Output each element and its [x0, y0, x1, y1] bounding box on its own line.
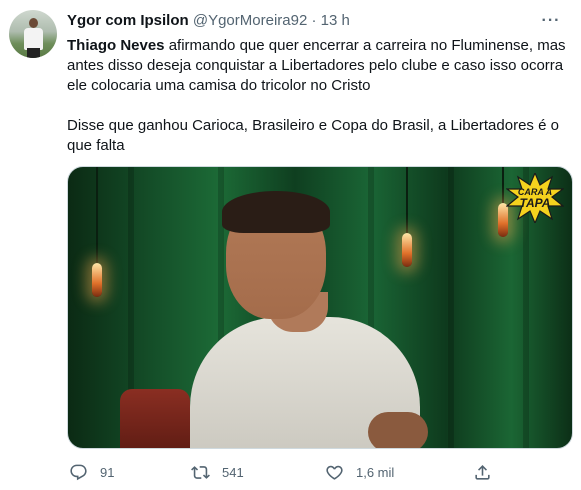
- show-logo: Cara a Tapa: [506, 173, 564, 223]
- tweet-paragraph-1: Thiago Neves afirmando que quer encerrar…: [67, 36, 567, 96]
- curtain-fold: [448, 167, 454, 448]
- lamp-wire: [502, 167, 504, 203]
- like-count: 1,6 mil: [356, 464, 395, 480]
- logo-text-line2: Tapa: [519, 196, 551, 210]
- man-arm: [368, 412, 428, 448]
- lamp-wire: [96, 167, 98, 263]
- like-button[interactable]: 1,6 mil: [325, 460, 394, 484]
- reply-icon: [70, 464, 87, 480]
- avatar[interactable]: [9, 10, 57, 58]
- heart-icon: [326, 465, 343, 480]
- reply-button[interactable]: 91: [69, 460, 114, 484]
- tweet-paragraph-2: Disse que ganhou Carioca, Brasileiro e C…: [67, 117, 559, 154]
- share-button[interactable]: [473, 460, 492, 484]
- share-icon: [475, 464, 490, 480]
- tweet-timestamp[interactable]: 13 h: [321, 12, 350, 29]
- header-separator: ·: [307, 12, 321, 29]
- avatar-figure-head: [29, 18, 38, 28]
- lamp: [402, 233, 412, 267]
- man-hair: [222, 191, 330, 233]
- retweet-icon: [191, 465, 210, 479]
- lamp: [92, 263, 102, 297]
- tweet-bold-lead: Thiago Neves: [67, 37, 165, 54]
- red-chair: [120, 389, 190, 448]
- tweet-header: Ygor com Ipsilon @YgorMoreira92 · 13 h: [67, 11, 531, 31]
- avatar-figure-body: [24, 28, 43, 50]
- author-handle[interactable]: @YgorMoreira92: [193, 12, 307, 29]
- more-options-icon[interactable]: ···: [541, 12, 561, 30]
- author-display-name[interactable]: Ygor com Ipsilon: [67, 12, 189, 29]
- tweet[interactable]: Ygor com Ipsilon @YgorMoreira92 · 13 h ·…: [0, 0, 581, 490]
- tweet-media-image[interactable]: Cara a Tapa: [67, 166, 573, 449]
- retweet-count: 541: [222, 464, 244, 480]
- tweet-actions: 91 541 1,6 mil: [67, 460, 497, 484]
- avatar-figure-legs: [27, 48, 40, 58]
- lamp-wire: [406, 167, 408, 233]
- retweet-button[interactable]: 541: [191, 460, 244, 484]
- tweet-text: Thiago Neves afirmando que quer encerrar…: [67, 36, 567, 156]
- reply-count: 91: [100, 464, 115, 480]
